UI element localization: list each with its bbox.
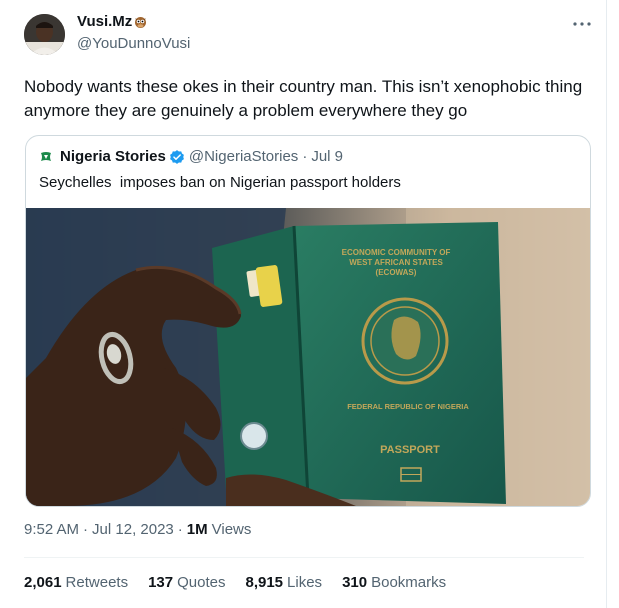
quoted-tweet[interactable]: Nigeria Stories @NigeriaStories · Jul 9 …: [25, 135, 591, 507]
meta-separator: ·: [177, 521, 183, 538]
avatar-photo: [24, 14, 65, 55]
passport-line3: (ECOWAS): [376, 268, 417, 277]
passport-republic: FEDERAL REPUBLIC OF NIGERIA: [347, 402, 469, 411]
owl-icon: [134, 15, 147, 28]
likes-stat[interactable]: 8,915 Likes: [245, 574, 322, 591]
tweet-time[interactable]: 9:52 AM: [24, 521, 79, 538]
quoted-tweet-header: Nigeria Stories @NigeriaStories · Jul 9: [39, 148, 343, 165]
quotes-stat[interactable]: 137 Quotes: [148, 574, 225, 591]
passport-photo: ECONOMIC COMMUNITY OF WEST AFRICAN STATE…: [26, 208, 590, 506]
stat-label: Bookmarks: [371, 574, 447, 591]
quoted-tweet-date[interactable]: Jul 9: [311, 148, 343, 165]
views-count: 1M: [186, 521, 208, 538]
tweet-date[interactable]: Jul 12, 2023: [92, 521, 174, 538]
engagement-stats: 2,061 Retweets 137 Quotes 8,915 Likes 310 Bo…: [24, 574, 466, 591]
views-label: Views: [211, 521, 252, 538]
quoted-author-handle[interactable]: @NigeriaStories: [189, 148, 298, 165]
stat-count: 2,061: [24, 574, 62, 591]
quoted-tweet-image[interactable]: ECONOMIC COMMUNITY OF WEST AFRICAN STATE…: [26, 208, 590, 506]
header-separator: ·: [302, 148, 308, 165]
more-options-button[interactable]: [568, 12, 596, 36]
author-handle[interactable]: @YouDunnoVusi: [77, 35, 190, 52]
timeline-border: [606, 0, 607, 608]
stat-count: 310: [342, 574, 368, 591]
more-horizontal-icon: [573, 22, 591, 26]
author-name-text: Vusi.Mz: [77, 13, 133, 30]
verified-badge-icon: [169, 149, 184, 164]
stat-count: 8,915: [245, 574, 284, 591]
quoted-tweet-text: Seychelles imposes ban on Nigerian passp…: [39, 174, 401, 191]
nigeria-stories-logo-icon[interactable]: [39, 150, 53, 164]
stat-count: 137: [148, 574, 174, 591]
avatar[interactable]: [24, 14, 65, 55]
stat-label: Retweets: [65, 574, 129, 591]
divider: [24, 557, 584, 558]
stat-label: Likes: [287, 574, 323, 591]
bookmarks-stat[interactable]: 310 Bookmarks: [342, 574, 446, 591]
tweet-text: Nobody wants these okes in their country…: [24, 77, 583, 120]
passport-line2: WEST AFRICAN STATES: [349, 258, 443, 267]
tweet-meta: 9:52 AM · Jul 12, 2023 · 1M Views: [24, 521, 251, 538]
meta-separator: ·: [83, 521, 89, 538]
author-name[interactable]: Vusi.Mz: [77, 13, 147, 30]
passport-line1: ECONOMIC COMMUNITY OF: [342, 248, 451, 257]
passport-word: PASSPORT: [380, 444, 440, 456]
retweets-stat[interactable]: 2,061 Retweets: [24, 574, 128, 591]
quoted-author-name[interactable]: Nigeria Stories: [60, 148, 166, 165]
stat-label: Quotes: [177, 574, 226, 591]
